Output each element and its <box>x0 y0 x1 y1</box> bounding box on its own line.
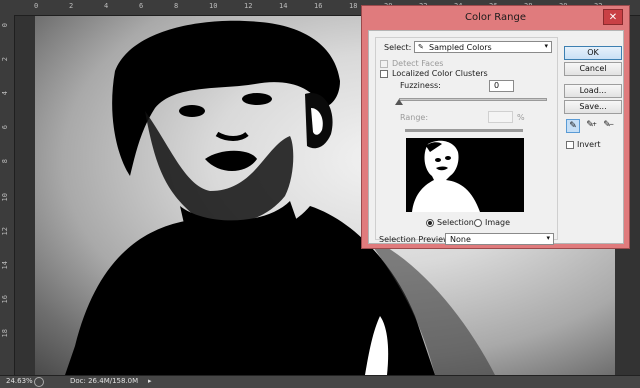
dialog-title: Color Range <box>465 12 526 23</box>
detect-faces-label: Detect Faces <box>392 59 444 68</box>
close-button[interactable]: ✕ <box>603 9 623 25</box>
ruler-tick: 10 <box>1 193 9 202</box>
ruler-tick: 0 <box>1 23 9 28</box>
fuzziness-slider[interactable] <box>399 98 547 101</box>
ok-button[interactable]: OK <box>564 46 622 60</box>
selection-radio[interactable] <box>426 219 434 227</box>
localized-clusters-checkbox[interactable] <box>380 70 388 78</box>
eyedropper-plus-icon[interactable]: ✎ + <box>583 119 597 133</box>
fuzziness-slider-thumb[interactable] <box>395 99 403 105</box>
chevron-down-icon: ▾ <box>544 42 548 50</box>
color-range-dialog: Color Range ✕ Select: ✎ Sampled Colors ▾… <box>361 5 630 249</box>
cancel-button[interactable]: Cancel <box>564 62 622 76</box>
ruler-tick: 16 <box>314 2 323 10</box>
localized-clusters-label: Localized Color Clusters <box>392 69 488 78</box>
ruler-tick: 18 <box>349 2 358 10</box>
ruler-tick: 12 <box>244 2 253 10</box>
range-slider[interactable] <box>405 129 523 132</box>
ruler-tick: 14 <box>279 2 288 10</box>
ruler-tick: 4 <box>104 2 109 10</box>
image-radio[interactable] <box>474 219 482 227</box>
ruler-tick: 0 <box>34 2 39 10</box>
ruler-tick: 6 <box>139 2 144 10</box>
preview-mask <box>412 140 480 212</box>
proof-icon[interactable] <box>34 377 44 387</box>
eyedropper-icon: ✎ <box>418 43 424 51</box>
ruler-tick: 6 <box>1 125 9 130</box>
load-button[interactable]: Load... <box>564 84 622 98</box>
dialog-body: Select: ✎ Sampled Colors ▾ Detect Faces … <box>368 30 624 245</box>
select-dropdown[interactable]: ✎ Sampled Colors ▾ <box>414 41 552 53</box>
ruler-tick: 2 <box>1 57 9 62</box>
range-label: Range: <box>400 113 429 122</box>
selection-preview-label: Selection Preview: <box>379 235 452 244</box>
select-label: Select: <box>384 43 412 52</box>
ruler-tick: 2 <box>69 2 74 10</box>
ruler-tick: 16 <box>1 295 9 304</box>
close-icon: ✕ <box>608 12 618 23</box>
selection-preview-thumbnail <box>406 138 524 212</box>
document-size: Doc: 26.4M/158.0M <box>70 377 139 385</box>
range-input[interactable] <box>488 111 513 123</box>
ruler-tick: 14 <box>1 261 9 270</box>
invert-checkbox[interactable] <box>566 141 574 149</box>
ruler-tick: 8 <box>1 159 9 164</box>
save-button[interactable]: Save... <box>564 100 622 114</box>
select-value: Sampled Colors <box>429 43 492 52</box>
ruler-tick: 4 <box>1 91 9 96</box>
selection-preview-value: None <box>450 235 471 244</box>
eyedropper-icon[interactable]: ✎ <box>566 119 580 133</box>
selection-radio-label: Selection <box>437 218 474 227</box>
fuzziness-input[interactable]: 0 <box>489 80 514 92</box>
detect-faces-checkbox[interactable] <box>380 60 388 68</box>
ruler-tick: 12 <box>1 227 9 236</box>
status-bar: 24.63% Doc: 26.4M/158.0M ▸ <box>0 375 640 388</box>
fuzziness-label: Fuzziness: <box>400 81 441 90</box>
ruler-tick: 8 <box>174 2 179 10</box>
vertical-ruler: 0 2 4 6 8 10 12 14 16 18 <box>0 15 15 375</box>
options-group: Select: ✎ Sampled Colors ▾ Detect Faces … <box>375 37 558 240</box>
range-unit: % <box>517 113 525 122</box>
dialog-titlebar[interactable]: Color Range ✕ <box>362 6 629 29</box>
invert-label: Invert <box>577 140 601 149</box>
eyedropper-minus-icon[interactable]: ✎ − <box>600 119 614 133</box>
image-radio-label: Image <box>485 218 511 227</box>
ruler-tick: 10 <box>209 2 218 10</box>
selection-preview-dropdown[interactable]: None ▾ <box>445 233 554 245</box>
zoom-level[interactable]: 24.63% <box>6 377 33 385</box>
chevron-down-icon: ▾ <box>546 234 550 242</box>
ruler-tick: 18 <box>1 329 9 338</box>
status-menu-arrow-icon[interactable]: ▸ <box>148 377 152 385</box>
